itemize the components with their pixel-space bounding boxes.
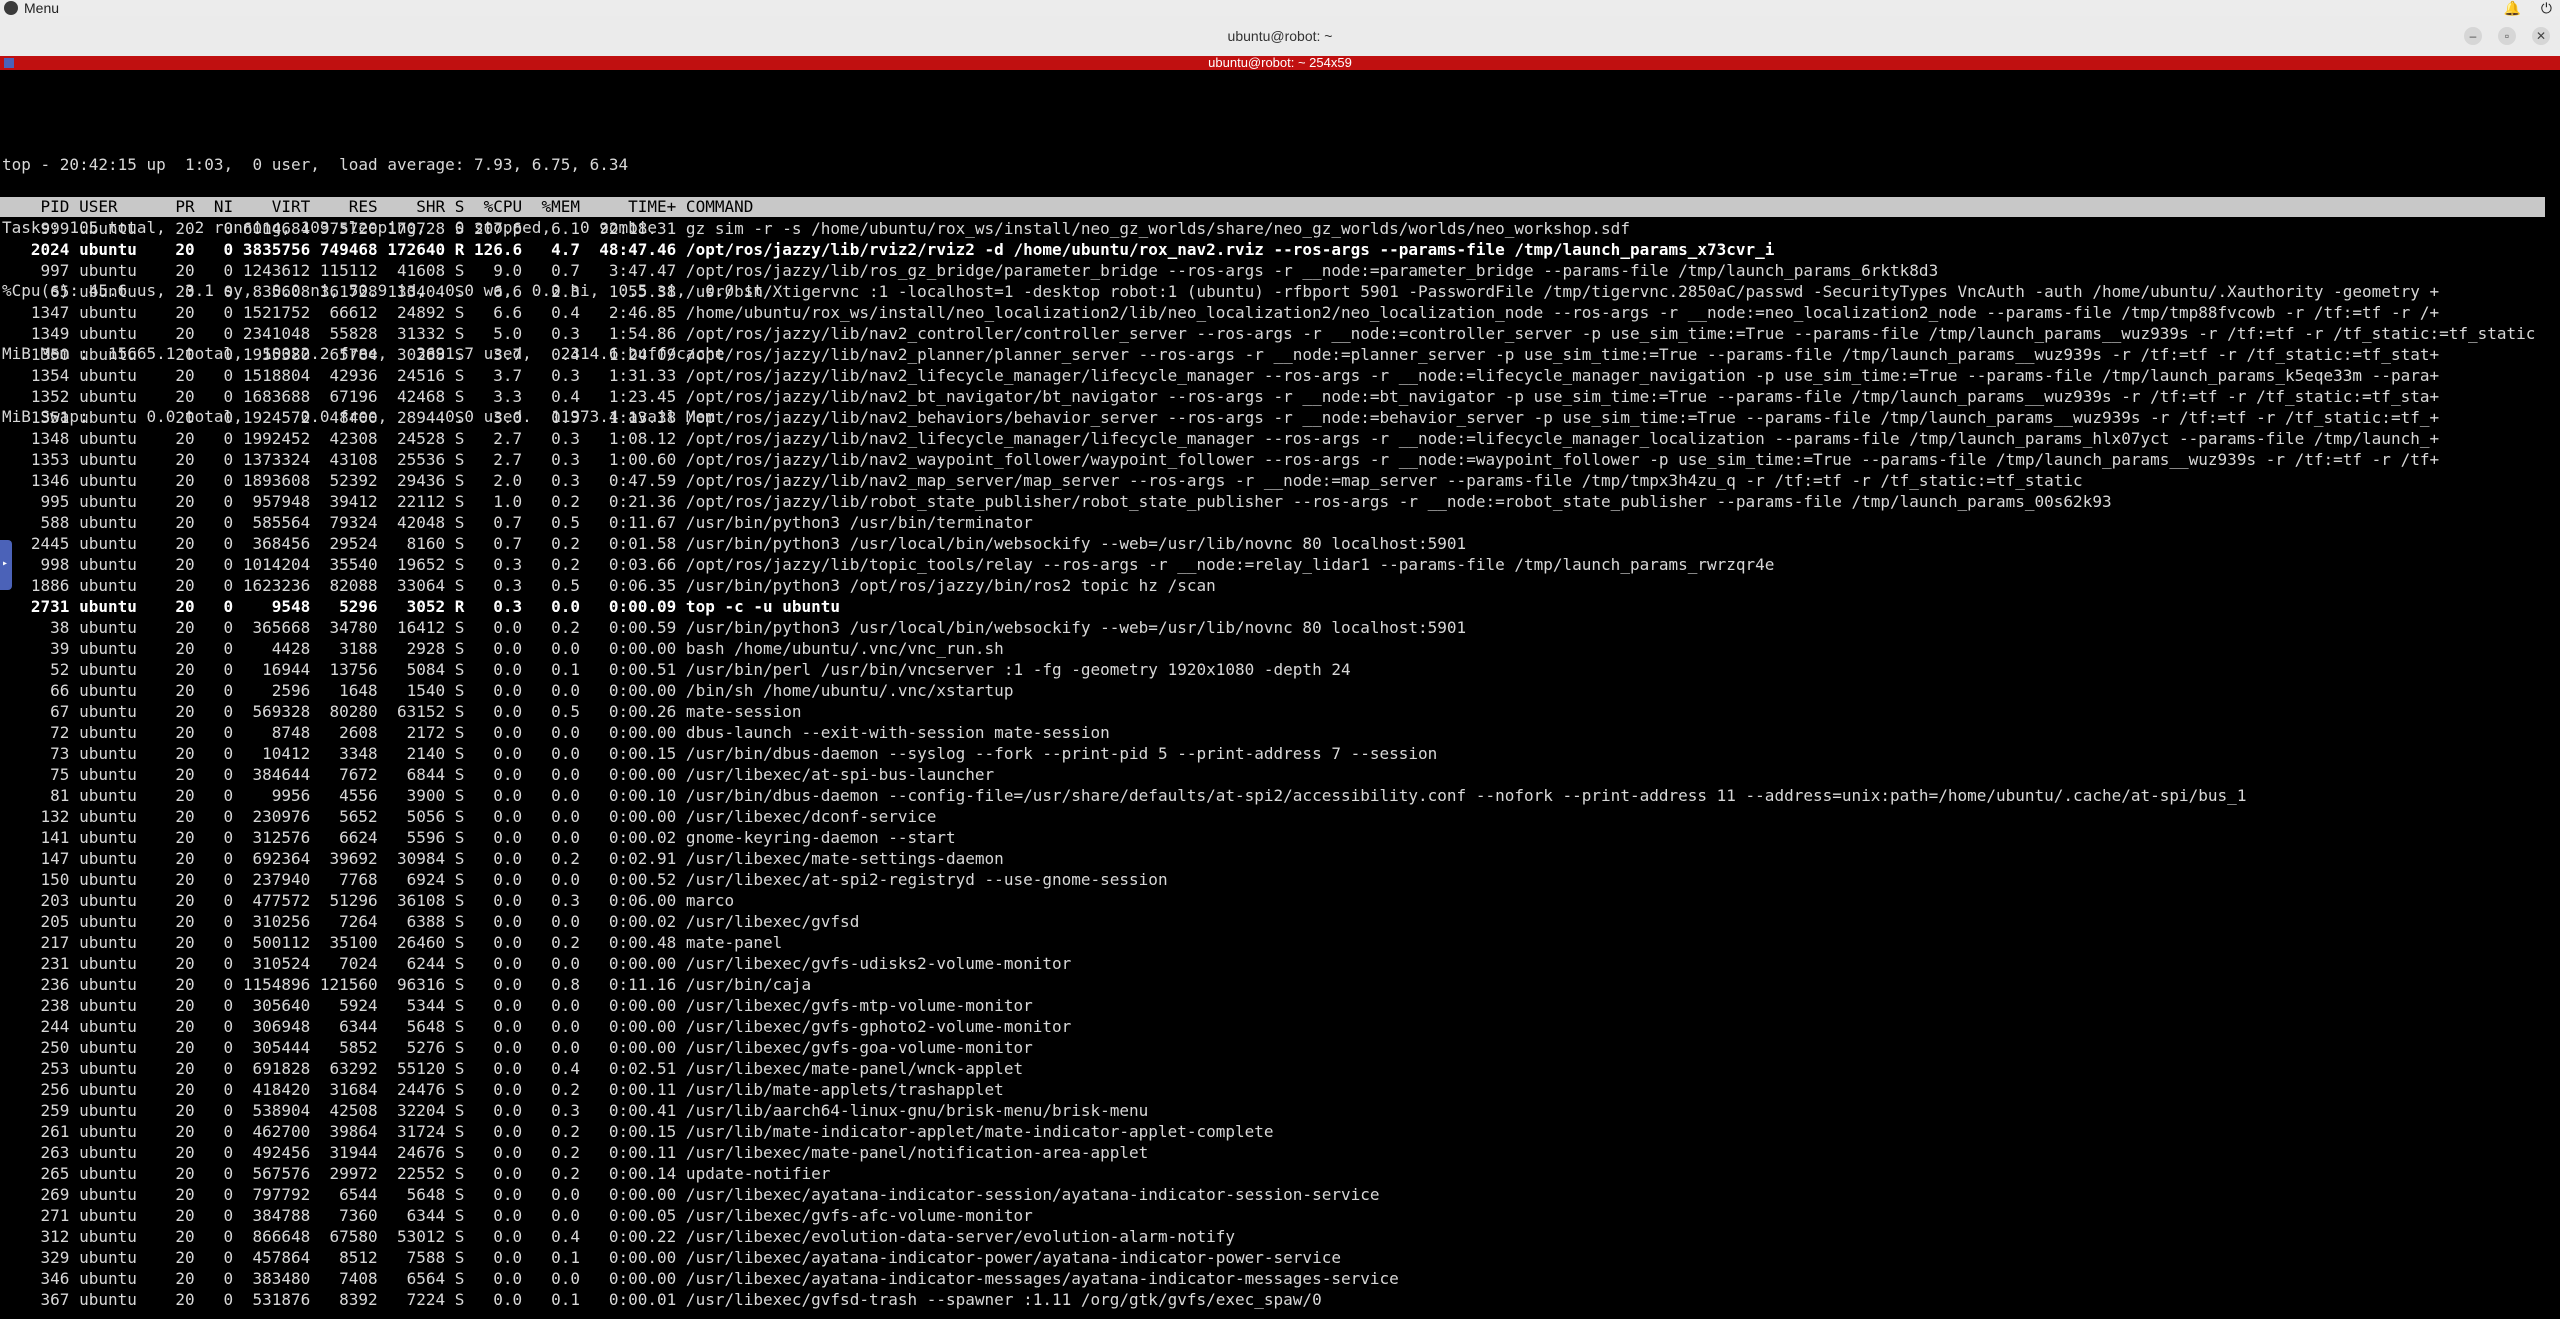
ubuntu-logo-icon	[4, 1, 18, 15]
process-row: 995 ubuntu 20 0 957948 39412 22112 S 1.0…	[2, 492, 2112, 511]
maximize-icon[interactable]: ▫	[2498, 27, 2516, 45]
process-row: 72 ubuntu 20 0 8748 2608 2172 S 0.0 0.0 …	[2, 723, 1110, 742]
process-row: 1346 ubuntu 20 0 1893608 52392 29436 S 2…	[2, 471, 2083, 490]
bell-icon[interactable]: 🔔	[2503, 0, 2520, 17]
process-row: 1352 ubuntu 20 0 1683688 67196 42468 S 3…	[2, 387, 2440, 406]
process-row: 265 ubuntu 20 0 567576 29972 22552 S 0.0…	[2, 1164, 831, 1183]
process-row: 588 ubuntu 20 0 585564 79324 42048 S 0.7…	[2, 513, 1033, 532]
process-row: 217 ubuntu 20 0 500112 35100 26460 S 0.0…	[2, 933, 783, 952]
process-row: 52 ubuntu 20 0 16944 13756 5084 S 0.0 0.…	[2, 660, 1351, 679]
summary-line: top - 20:42:15 up 1:03, 0 user, load ave…	[2, 155, 629, 174]
process-row: 269 ubuntu 20 0 797792 6544 5648 S 0.0 0…	[2, 1185, 1380, 1204]
process-row: 250 ubuntu 20 0 305444 5852 5276 S 0.0 0…	[2, 1038, 1033, 1057]
process-row: 259 ubuntu 20 0 538904 42508 32204 S 0.0…	[2, 1101, 1149, 1120]
process-row: 1349 ubuntu 20 0 2341048 55828 31332 S 5…	[2, 324, 2536, 343]
process-row: 73 ubuntu 20 0 10412 3348 2140 S 0.0 0.0…	[2, 744, 1438, 763]
process-row: 1348 ubuntu 20 0 1992452 42308 24528 S 2…	[2, 429, 2440, 448]
process-row: 67 ubuntu 20 0 569328 80280 63152 S 0.0 …	[2, 702, 802, 721]
process-table: 999 ubuntu 20 0 6014684 975720 170728 S …	[0, 218, 2540, 1310]
process-row: 150 ubuntu 20 0 237940 7768 6924 S 0.0 0…	[2, 870, 1168, 889]
process-row: 1886 ubuntu 20 0 1623236 82088 33064 S 0…	[2, 576, 1216, 595]
process-row: 81 ubuntu 20 0 9956 4556 3900 S 0.0 0.0 …	[2, 786, 2247, 805]
process-row: 261 ubuntu 20 0 462700 39864 31724 S 0.0…	[2, 1122, 1274, 1141]
process-row: 2731 ubuntu 20 0 9548 5296 3052 R 0.3 0.…	[2, 597, 841, 616]
process-row: 205 ubuntu 20 0 310256 7264 6388 S 0.0 0…	[2, 912, 860, 931]
process-row: 1350 ubuntu 20 0 1955380 65784 30288 S 3…	[2, 345, 2440, 364]
process-row: 244 ubuntu 20 0 306948 6344 5648 S 0.0 0…	[2, 1017, 1072, 1036]
process-row: 39 ubuntu 20 0 4428 3188 2928 S 0.0 0.0 …	[2, 639, 1004, 658]
process-row: 253 ubuntu 20 0 691828 63292 55120 S 0.0…	[2, 1059, 1024, 1078]
process-row: 65 ubuntu 20 0 835608 361728 133404 S 6.…	[2, 282, 2440, 301]
process-row: 312 ubuntu 20 0 866648 67580 53012 S 0.0…	[2, 1227, 1235, 1246]
system-tray: 🔔 ⏻	[2503, 0, 2552, 16]
process-table-header: PID USER PR NI VIRT RES SHR S %CPU %MEM …	[0, 197, 2545, 217]
process-row: 75 ubuntu 20 0 384644 7672 6844 S 0.0 0.…	[2, 765, 995, 784]
minimize-icon[interactable]: –	[2464, 27, 2482, 45]
side-panel-handle[interactable]	[0, 540, 12, 590]
process-row: 66 ubuntu 20 0 2596 1648 1540 S 0.0 0.0 …	[2, 681, 1014, 700]
process-row: 367 ubuntu 20 0 531876 8392 7224 S 0.0 0…	[2, 1290, 1322, 1309]
window-controls: – ▫ ✕	[2464, 27, 2550, 45]
process-row: 1353 ubuntu 20 0 1373324 43108 25536 S 2…	[2, 450, 2440, 469]
process-row: 271 ubuntu 20 0 384788 7360 6344 S 0.0 0…	[2, 1206, 1033, 1225]
process-row: 329 ubuntu 20 0 457864 8512 7588 S 0.0 0…	[2, 1248, 1341, 1267]
process-row: 346 ubuntu 20 0 383480 7408 6564 S 0.0 0…	[2, 1269, 1399, 1288]
window-titlebar[interactable]: ubuntu@robot: ~ – ▫ ✕	[0, 16, 2560, 56]
terminal-title: ubuntu@robot: ~ 254x59	[1208, 55, 1352, 70]
process-row: 236 ubuntu 20 0 1154896 121560 96316 S 0…	[2, 975, 812, 994]
process-row: 1347 ubuntu 20 0 1521752 66612 24892 S 6…	[2, 303, 2440, 322]
process-row: 132 ubuntu 20 0 230976 5652 5056 S 0.0 0…	[2, 807, 937, 826]
close-icon[interactable]: ✕	[2532, 27, 2550, 45]
menu-label: Menu	[24, 0, 60, 16]
process-row: 141 ubuntu 20 0 312576 6624 5596 S 0.0 0…	[2, 828, 956, 847]
process-row: 2024 ubuntu 20 0 3835756 749468 172640 R…	[2, 240, 1775, 259]
process-row: 256 ubuntu 20 0 418420 31684 24476 S 0.0…	[2, 1080, 1004, 1099]
process-row: 2445 ubuntu 20 0 368456 29524 8160 S 0.7…	[2, 534, 1467, 553]
process-row: 1351 ubuntu 20 0 1924572 48400 28944 S 3…	[2, 408, 2440, 427]
process-row: 1354 ubuntu 20 0 1518804 42936 24516 S 3…	[2, 366, 2440, 385]
process-row: 231 ubuntu 20 0 310524 7024 6244 S 0.0 0…	[2, 954, 1072, 973]
window-title: ubuntu@robot: ~	[1227, 28, 1333, 44]
process-row: 238 ubuntu 20 0 305640 5924 5344 S 0.0 0…	[2, 996, 1033, 1015]
process-row: 999 ubuntu 20 0 6014684 975720 170728 S …	[2, 219, 1630, 238]
power-icon[interactable]: ⏻	[2541, 0, 2552, 17]
process-row: 998 ubuntu 20 0 1014204 35540 19652 S 0.…	[2, 555, 1775, 574]
process-row: 263 ubuntu 20 0 492456 31944 24676 S 0.0…	[2, 1143, 1149, 1162]
process-row: 997 ubuntu 20 0 1243612 115112 41608 S 9…	[2, 261, 1939, 280]
process-row: 147 ubuntu 20 0 692364 39692 30984 S 0.0…	[2, 849, 1004, 868]
menu-button[interactable]: Menu	[4, 0, 59, 16]
process-row: 38 ubuntu 20 0 365668 34780 16412 S 0.0 …	[2, 618, 1467, 637]
terminator-titlebar[interactable]: ubuntu@robot: ~ 254x59	[0, 56, 2560, 70]
terminal-output[interactable]: top - 20:42:15 up 1:03, 0 user, load ave…	[0, 70, 2560, 1319]
top-menubar: Menu 🔔 ⏻	[0, 0, 2560, 16]
process-row: 203 ubuntu 20 0 477572 51296 36108 S 0.0…	[2, 891, 735, 910]
